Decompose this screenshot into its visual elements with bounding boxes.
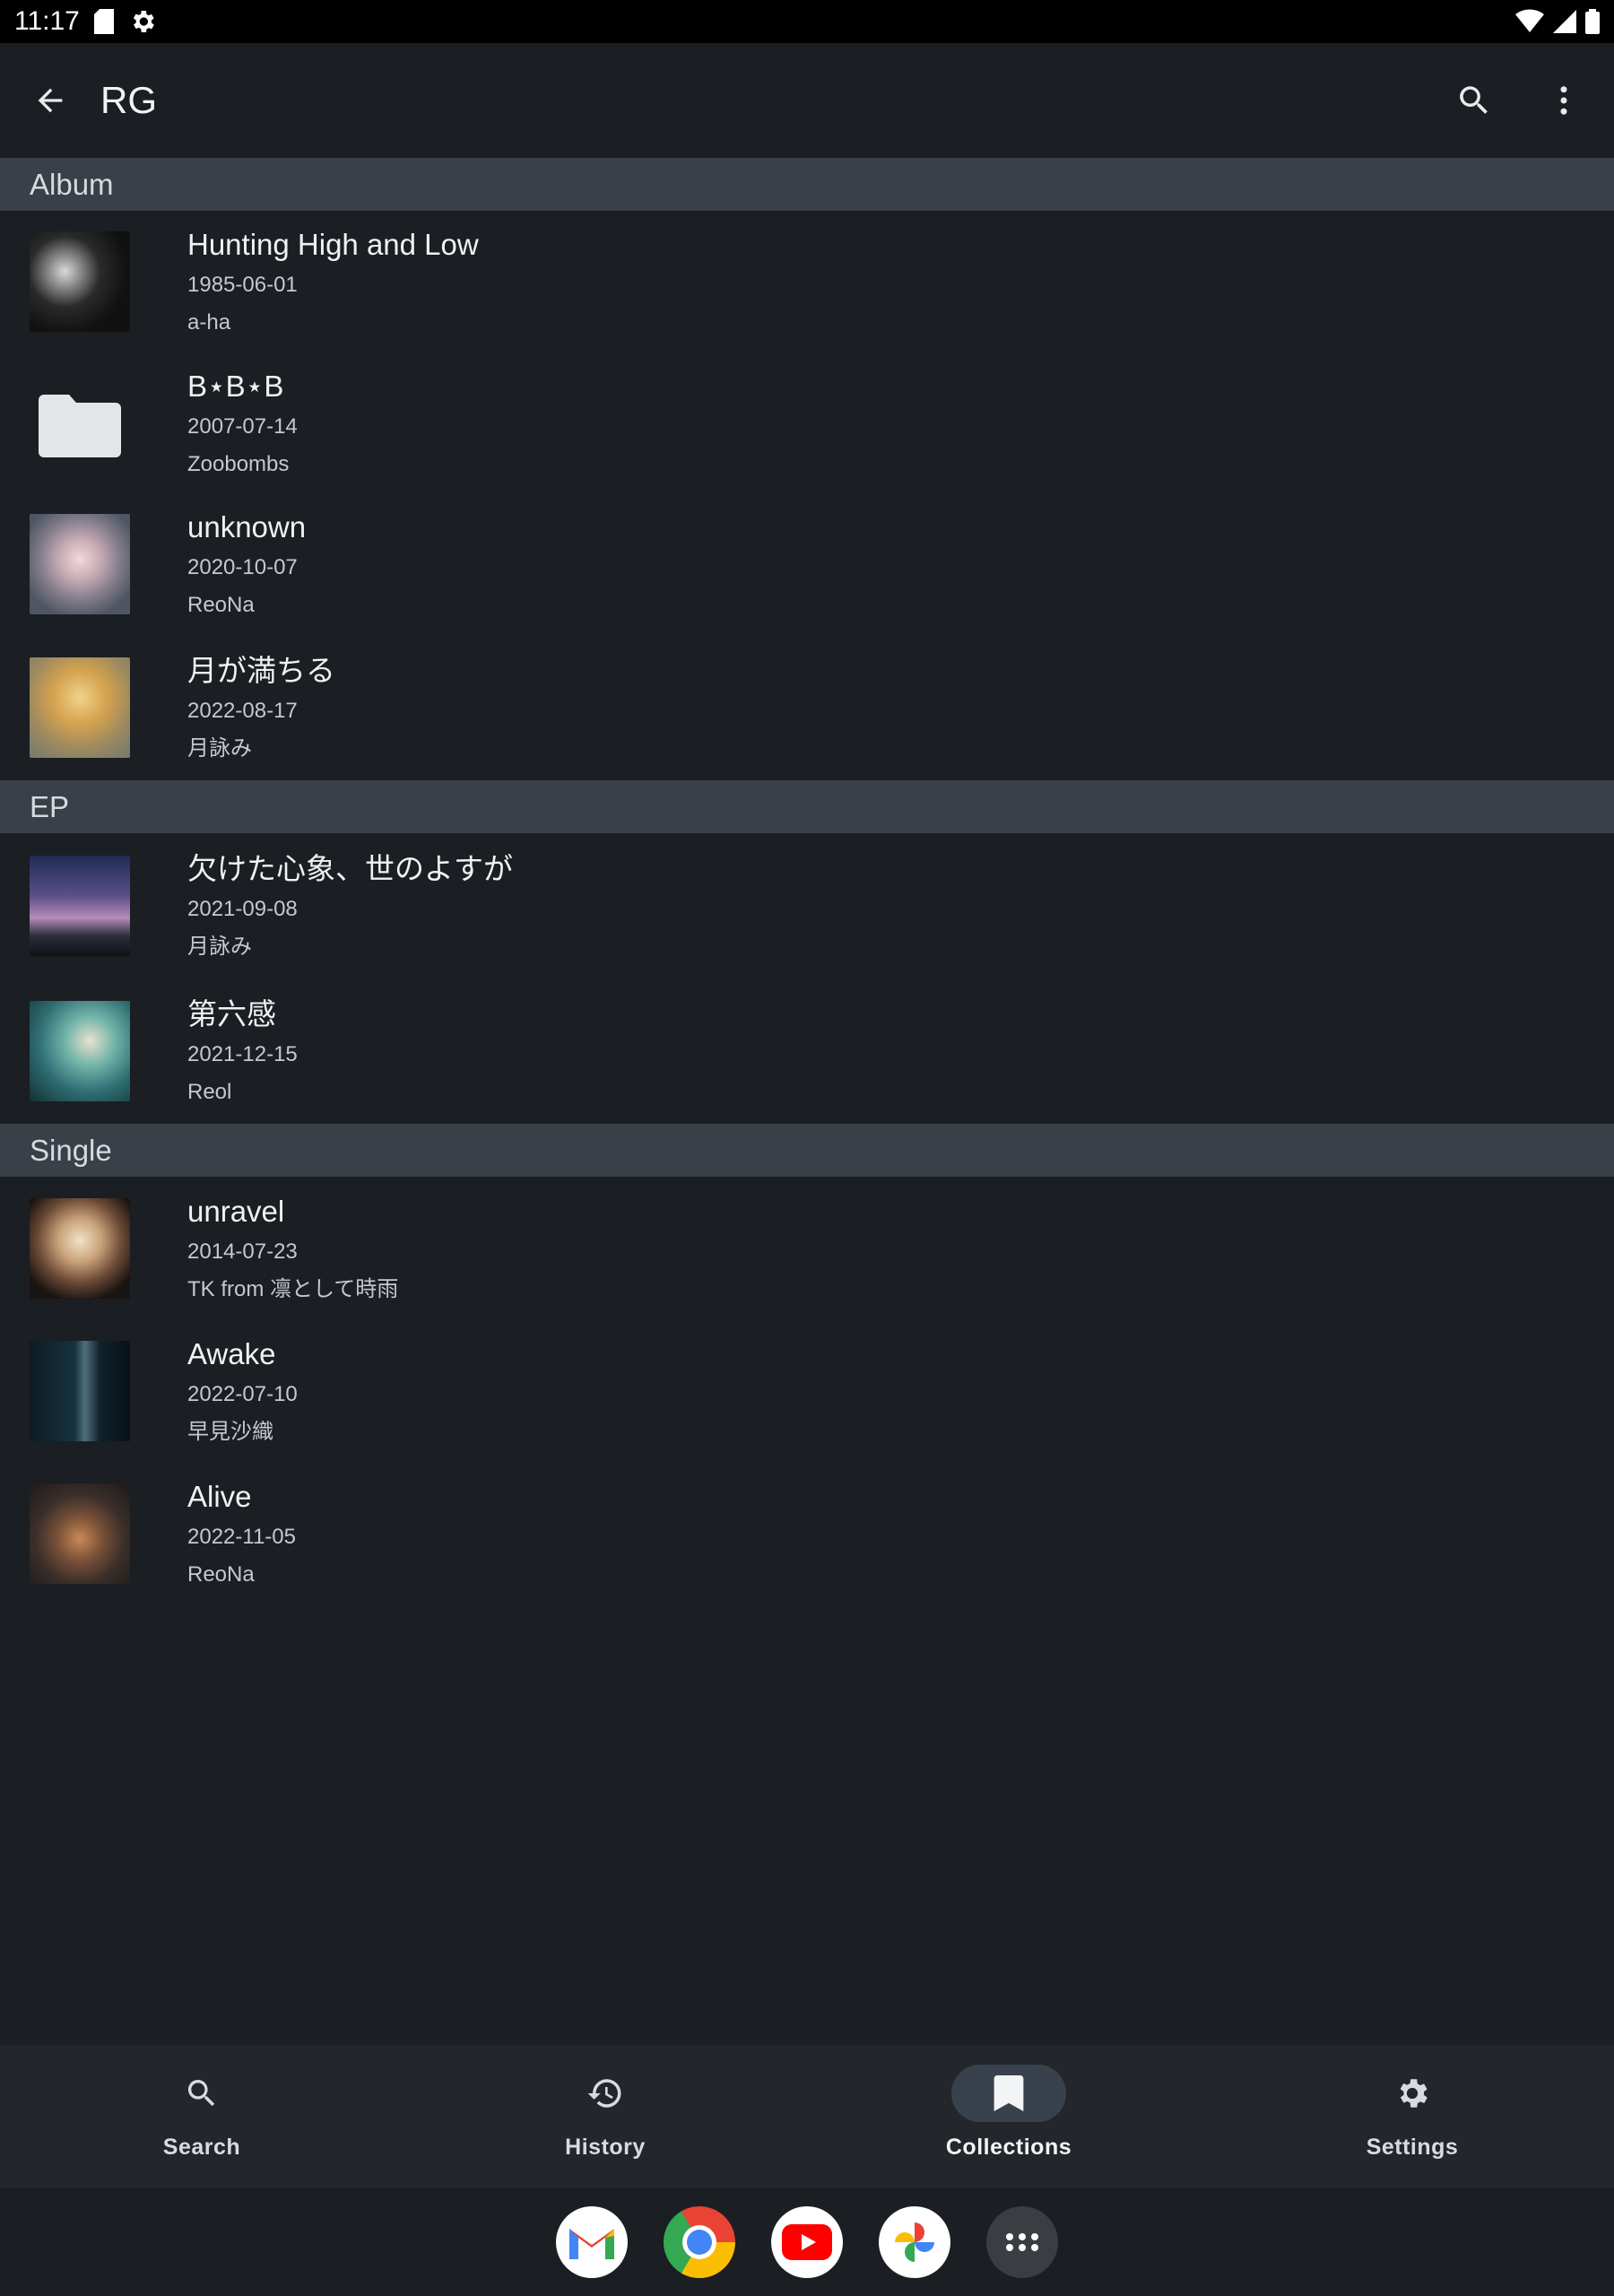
- collection-list: Album Hunting High and Low 1985-06-01 a-…: [0, 158, 1614, 1605]
- item-date: 2022-11-05: [187, 1524, 296, 1549]
- page-title: RG: [100, 79, 157, 121]
- list-item[interactable]: unknown 2020-10-07 ReoNa: [0, 493, 1614, 635]
- app-drawer-icon[interactable]: [986, 2206, 1058, 2278]
- item-date: 2022-07-10: [187, 1381, 298, 1406]
- nav-label: Settings: [1366, 2135, 1459, 2160]
- item-artist: Zoobombs: [187, 451, 290, 476]
- album-art: [30, 856, 130, 956]
- nav-history[interactable]: History: [404, 2045, 807, 2188]
- list-item[interactable]: 月が満ちる 2022-08-17 月詠み: [0, 635, 1614, 780]
- item-artist: ReoNa: [187, 1561, 255, 1587]
- settings-notification-icon: [128, 7, 157, 36]
- more-vert-icon: [1560, 86, 1567, 115]
- history-icon: [587, 2079, 621, 2108]
- list-item[interactable]: 欠けた心象、世のよすが 2021-09-08 月詠み: [0, 833, 1614, 978]
- list-item[interactable]: Alive 2022-11-05 ReoNa: [0, 1462, 1614, 1605]
- album-art: [30, 1483, 130, 1584]
- item-date: 2021-09-08: [187, 897, 298, 921]
- item-title: unknown: [187, 510, 307, 544]
- bookmark-icon: [994, 2075, 1024, 2111]
- album-art: [30, 1001, 130, 1101]
- gmail-icon[interactable]: [556, 2206, 628, 2278]
- arrow-back-icon: [38, 88, 63, 113]
- nav-search[interactable]: Search: [0, 2045, 404, 2188]
- item-title: 第六感: [187, 997, 276, 1031]
- item-artist: ReoNa: [187, 593, 255, 617]
- item-artist: TK from 凛として時雨: [187, 1276, 399, 1301]
- nav-settings[interactable]: Settings: [1210, 2045, 1614, 2188]
- item-date: 2007-07-14: [187, 413, 298, 439]
- clock: 11:17: [14, 6, 80, 36]
- wifi-icon: [1515, 9, 1544, 34]
- list-item[interactable]: 第六感 2021-12-15 Reol: [0, 978, 1614, 1124]
- overflow-menu-button[interactable]: [1535, 72, 1592, 129]
- nav-label: Search: [162, 2135, 241, 2160]
- nav-label: History: [565, 2135, 646, 2160]
- back-button[interactable]: [25, 75, 75, 126]
- search-icon: [1460, 86, 1488, 114]
- album-art: [30, 1340, 130, 1441]
- folder-icon: [30, 373, 130, 474]
- bottom-navigation: Search History Collections Settings: [0, 2045, 1614, 2188]
- status-bar: 11:17: [0, 0, 1614, 43]
- app-bar: RG: [0, 43, 1614, 158]
- search-button[interactable]: [1445, 72, 1503, 129]
- nav-label: Collections: [945, 2135, 1072, 2160]
- item-artist: Reol: [187, 1080, 232, 1104]
- taskbar-dock: [0, 2188, 1614, 2296]
- list-item[interactable]: unravel 2014-07-23 TK from 凛として時雨: [0, 1177, 1614, 1319]
- item-title: Alive: [187, 1479, 252, 1513]
- album-art: [30, 231, 130, 332]
- album-art: [30, 1197, 130, 1299]
- list-item[interactable]: Hunting High and Low 1985-06-01 a-ha: [0, 211, 1614, 352]
- item-title: unravel: [187, 1194, 285, 1228]
- section-header-single: Single: [0, 1124, 1614, 1177]
- cellular-signal-icon: [1553, 10, 1576, 33]
- item-artist: a-ha: [187, 310, 231, 335]
- album-art: [30, 514, 130, 614]
- list-item[interactable]: Awake 2022-07-10 早見沙織: [0, 1319, 1614, 1462]
- active-indicator: [951, 2065, 1066, 2122]
- album-art: [30, 657, 130, 758]
- photos-icon[interactable]: [879, 2206, 950, 2278]
- search-icon: [187, 2080, 215, 2107]
- chrome-icon[interactable]: [664, 2206, 735, 2278]
- youtube-icon[interactable]: [771, 2206, 843, 2278]
- list-item[interactable]: B⋆B⋆B 2007-07-14 Zoobombs: [0, 352, 1614, 493]
- section-header-ep: EP: [0, 780, 1614, 833]
- item-date: 2020-10-07: [187, 555, 298, 579]
- item-date: 1985-06-01: [187, 273, 298, 297]
- item-title: 月が満ちる: [187, 654, 335, 687]
- item-artist: 早見沙織: [187, 1419, 273, 1444]
- sd-card-icon: [93, 9, 114, 34]
- item-date: 2022-08-17: [187, 699, 298, 723]
- item-title: Awake: [187, 1336, 276, 1370]
- item-title: Hunting High and Low: [187, 228, 479, 261]
- item-date: 2021-12-15: [187, 1042, 298, 1066]
- item-title: 欠けた心象、世のよすが: [187, 852, 513, 885]
- battery-icon: [1585, 9, 1600, 34]
- nav-collections[interactable]: Collections: [807, 2045, 1210, 2188]
- item-title: B⋆B⋆B: [187, 369, 284, 403]
- section-header-album: Album: [0, 158, 1614, 211]
- item-artist: 月詠み: [187, 736, 252, 761]
- item-date: 2014-07-23: [187, 1239, 298, 1264]
- item-artist: 月詠み: [187, 935, 252, 959]
- gear-icon: [1400, 2079, 1427, 2108]
